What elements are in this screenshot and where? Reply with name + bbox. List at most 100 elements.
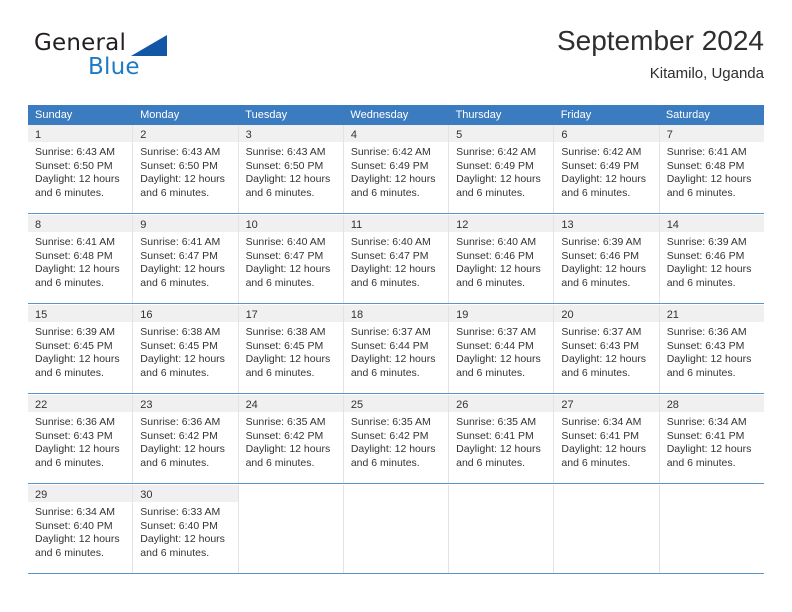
sunrise-text: Sunrise: 6:38 AM	[245, 326, 326, 338]
daylight-text-line1: Daylight: 12 hours	[140, 443, 225, 455]
sunrise-text: Sunrise: 6:37 AM	[456, 326, 537, 338]
day-details: Sunrise: 6:36 AM Sunset: 6:43 PM Daylight:…	[28, 412, 132, 470]
calendar-weeks: 1 Sunrise: 6:43 AM Sunset: 6:50 PM Daylight…	[28, 125, 764, 574]
brand-name-blue: Blue	[88, 54, 140, 80]
calendar-day-cell[interactable]: 27 Sunrise: 6:34 AM Sunset: 6:41 PM Dayligh…	[554, 395, 660, 483]
day-details: Sunrise: 6:34 AM Sunset: 6:41 PM Daylight:…	[660, 412, 764, 470]
calendar-day-cell[interactable]: 8 Sunrise: 6:41 AM Sunset: 6:48 PM Daylight…	[28, 215, 134, 303]
calendar-day-cell[interactable]: 2 Sunrise: 6:43 AM Sunset: 6:50 PM Daylight…	[133, 125, 239, 213]
day-number-band: 14	[659, 215, 764, 232]
sunset-text: Sunset: 6:49 PM	[350, 159, 429, 172]
daylight-text-line2: and 6 minutes.	[561, 456, 631, 469]
day-number: 23	[140, 399, 153, 411]
daylight-text-line2: and 6 minutes.	[140, 186, 210, 199]
calendar-day-cell[interactable]: 29 Sunrise: 6:34 AM Sunset: 6:40 PM Dayligh…	[28, 485, 134, 573]
sunrise-text: Sunrise: 6:42 AM	[456, 146, 537, 158]
sunrise-text: Sunrise: 6:42 AM	[561, 146, 642, 158]
daylight-text-line2: and 6 minutes.	[666, 456, 736, 469]
day-details: Sunrise: 6:34 AM Sunset: 6:41 PM Daylight:…	[554, 412, 658, 470]
sunset-text: Sunset: 6:46 PM	[666, 249, 745, 262]
calendar-day-cell[interactable]: 12 Sunrise: 6:40 AM Sunset: 6:46 PM Dayligh…	[449, 215, 555, 303]
day-details: Sunrise: 6:35 AM Sunset: 6:41 PM Daylight:…	[449, 412, 553, 470]
calendar-day-cell[interactable]: 13 Sunrise: 6:39 AM Sunset: 6:46 PM Dayligh…	[554, 215, 660, 303]
calendar-day-cell[interactable]: 22 Sunrise: 6:36 AM Sunset: 6:43 PM Dayligh…	[28, 395, 134, 483]
day-details: Sunrise: 6:43 AM Sunset: 6:50 PM Daylight:…	[28, 142, 132, 200]
day-number-band: 17	[238, 305, 343, 322]
daylight-text-line2: and 6 minutes.	[561, 366, 631, 379]
sunrise-text: Sunrise: 6:35 AM	[245, 416, 326, 428]
sunrise-text: Sunrise: 6:37 AM	[350, 326, 431, 338]
daylight-text-line1: Daylight: 12 hours	[35, 533, 120, 545]
calendar-day-cell[interactable]: 30 Sunrise: 6:33 AM Sunset: 6:40 PM Dayligh…	[133, 485, 239, 573]
day-number-band: 30	[133, 485, 238, 502]
calendar-day-cell[interactable]: 17 Sunrise: 6:38 AM Sunset: 6:45 PM Dayligh…	[238, 305, 344, 393]
day-details: Sunrise: 6:41 AM Sunset: 6:47 PM Daylight:…	[133, 232, 237, 290]
calendar-day-cell[interactable]: 24 Sunrise: 6:35 AM Sunset: 6:42 PM Dayligh…	[238, 395, 344, 483]
triangle-logo-icon	[131, 35, 167, 56]
calendar-day-cell[interactable]: 1 Sunrise: 6:43 AM Sunset: 6:50 PM Daylight…	[28, 125, 134, 213]
sunrise-text: Sunrise: 6:39 AM	[561, 236, 642, 248]
calendar-day-cell[interactable]: 19 Sunrise: 6:37 AM Sunset: 6:44 PM Dayligh…	[449, 305, 555, 393]
calendar-day-cell[interactable]: 9 Sunrise: 6:41 AM Sunset: 6:47 PM Daylight…	[133, 215, 239, 303]
daylight-text-line1: Daylight: 12 hours	[140, 533, 225, 545]
calendar-day-cell[interactable]: 28 Sunrise: 6:34 AM Sunset: 6:41 PM Dayligh…	[659, 395, 764, 483]
sunrise-text: Sunrise: 6:37 AM	[561, 326, 642, 338]
day-details	[449, 502, 553, 506]
calendar-day-cell[interactable]: 15 Sunrise: 6:39 AM Sunset: 6:45 PM Dayligh…	[28, 305, 134, 393]
sunrise-text: Sunrise: 6:34 AM	[561, 416, 642, 428]
daylight-text-line1: Daylight: 12 hours	[666, 353, 752, 365]
calendar-day-cell[interactable]: 5 Sunrise: 6:42 AM Sunset: 6:49 PM Daylight…	[449, 125, 555, 213]
calendar-day-cell[interactable]: 6 Sunrise: 6:42 AM Sunset: 6:49 PM Daylight…	[554, 125, 660, 213]
daylight-text-line2: and 6 minutes.	[140, 366, 210, 379]
day-number-band: 7	[659, 125, 764, 142]
daylight-text-line2: and 6 minutes.	[140, 456, 210, 469]
sunrise-text: Sunrise: 6:40 AM	[245, 236, 326, 248]
day-number-band: 27	[554, 395, 659, 412]
sunrise-text: Sunrise: 6:39 AM	[35, 326, 115, 338]
day-number-band: 1	[28, 125, 133, 142]
calendar-day-cell[interactable]: 4 Sunrise: 6:42 AM Sunset: 6:49 PM Daylight…	[343, 125, 450, 213]
sunrise-text: Sunrise: 6:36 AM	[666, 326, 747, 338]
daylight-text-line1: Daylight: 12 hours	[350, 173, 436, 185]
calendar-day-cell[interactable]: 14 Sunrise: 6:39 AM Sunset: 6:46 PM Dayligh…	[659, 215, 764, 303]
day-number-band: 26	[449, 395, 554, 412]
calendar-grid: Sunday Monday Tuesday Wednesday Thursday Frid…	[28, 105, 764, 574]
sunset-text: Sunset: 6:41 PM	[666, 429, 745, 442]
daylight-text-line1: Daylight: 12 hours	[456, 353, 541, 365]
sunset-text: Sunset: 6:46 PM	[456, 249, 534, 262]
sunrise-text: Sunrise: 6:41 AM	[35, 236, 115, 248]
calendar-day-cell[interactable]: 10 Sunrise: 6:40 AM Sunset: 6:47 PM Dayligh…	[238, 215, 344, 303]
sunset-text: Sunset: 6:40 PM	[35, 519, 113, 532]
calendar-day-cell[interactable]: 18 Sunrise: 6:37 AM Sunset: 6:44 PM Dayligh…	[343, 305, 450, 393]
daylight-text-line2: and 6 minutes.	[35, 276, 104, 289]
calendar-day-cell[interactable]: 21 Sunrise: 6:36 AM Sunset: 6:43 PM Dayligh…	[659, 305, 764, 393]
sunrise-text: Sunrise: 6:36 AM	[35, 416, 115, 428]
calendar-day-cell[interactable]: 26 Sunrise: 6:35 AM Sunset: 6:41 PM Dayligh…	[449, 395, 555, 483]
day-details: Sunrise: 6:41 AM Sunset: 6:48 PM Daylight:…	[660, 142, 764, 200]
brand-logo[interactable]: General Blue	[28, 30, 248, 90]
day-number-band	[449, 485, 553, 502]
calendar-day-cell[interactable]: 11 Sunrise: 6:40 AM Sunset: 6:47 PM Dayligh…	[343, 215, 450, 303]
day-number: 8	[35, 219, 42, 231]
day-number-band: 16	[133, 305, 238, 322]
calendar-day-cell[interactable]: 20 Sunrise: 6:37 AM Sunset: 6:43 PM Dayligh…	[554, 305, 660, 393]
day-number-band: 4	[343, 125, 449, 142]
calendar-day-cell-empty	[449, 485, 555, 573]
sunset-text: Sunset: 6:42 PM	[245, 429, 324, 442]
calendar-day-cell[interactable]: 3 Sunrise: 6:43 AM Sunset: 6:50 PM Daylight…	[238, 125, 344, 213]
sunrise-text: Sunrise: 6:35 AM	[456, 416, 537, 428]
daylight-text-line1: Daylight: 12 hours	[35, 173, 120, 185]
day-number-band: 3	[238, 125, 343, 142]
day-number-band: 13	[554, 215, 659, 232]
day-number: 24	[245, 399, 258, 411]
sunrise-text: Sunrise: 6:40 AM	[350, 236, 431, 248]
sunset-text: Sunset: 6:50 PM	[35, 159, 113, 172]
calendar-day-cell[interactable]: 23 Sunrise: 6:36 AM Sunset: 6:42 PM Dayligh…	[133, 395, 239, 483]
weekday-header-friday: Friday	[560, 109, 592, 121]
daylight-text-line1: Daylight: 12 hours	[35, 353, 120, 365]
calendar-day-cell[interactable]: 16 Sunrise: 6:38 AM Sunset: 6:45 PM Dayligh…	[133, 305, 239, 393]
calendar-day-cell[interactable]: 7 Sunrise: 6:41 AM Sunset: 6:48 PM Daylight…	[659, 125, 764, 213]
calendar-day-cell[interactable]: 25 Sunrise: 6:35 AM Sunset: 6:42 PM Dayligh…	[343, 395, 450, 483]
calendar-page: General Blue September 2024 Kitamilo, Ug…	[0, 0, 792, 612]
daylight-text-line2: and 6 minutes.	[666, 186, 736, 199]
